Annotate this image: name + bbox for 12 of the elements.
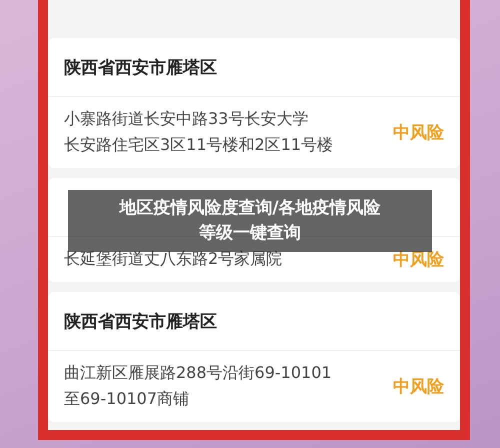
risk-level-label: 中风险 — [393, 122, 444, 144]
risk-level-label: 中风险 — [393, 248, 444, 270]
address-text: 曲江新区雁展路288号沿街69-10101 至69-10107商铺 — [64, 362, 332, 410]
area-title: 陕西省西安市雁塔区 — [64, 310, 217, 332]
risk-area-card[interactable]: 陕西省西安市雁塔区 曲江新区雁展路288号沿街69-10101 至69-10107商铺 中风险 — [48, 292, 460, 422]
address-text: 小寨路街道长安中路33号长安大学 长安路住宅区3区11号楼和2区11号楼 — [64, 108, 334, 156]
address-text: 长延堡街道丈八东路2号家属院 — [64, 248, 282, 270]
caption-text: 地区疫情风险度查询/各地疫情风险 — [119, 197, 381, 220]
risk-area-card[interactable]: 陕西省西安市雁塔区 小寨路街道长安中路33号长安大学 长安路住宅区3区11号楼和2区11号楼 中风险 — [48, 38, 460, 168]
risk-level-label: 中风险 — [393, 376, 444, 398]
caption-text: 等级一键查询 — [199, 222, 301, 245]
area-title: 陕西省西安市雁塔区 — [64, 56, 217, 78]
